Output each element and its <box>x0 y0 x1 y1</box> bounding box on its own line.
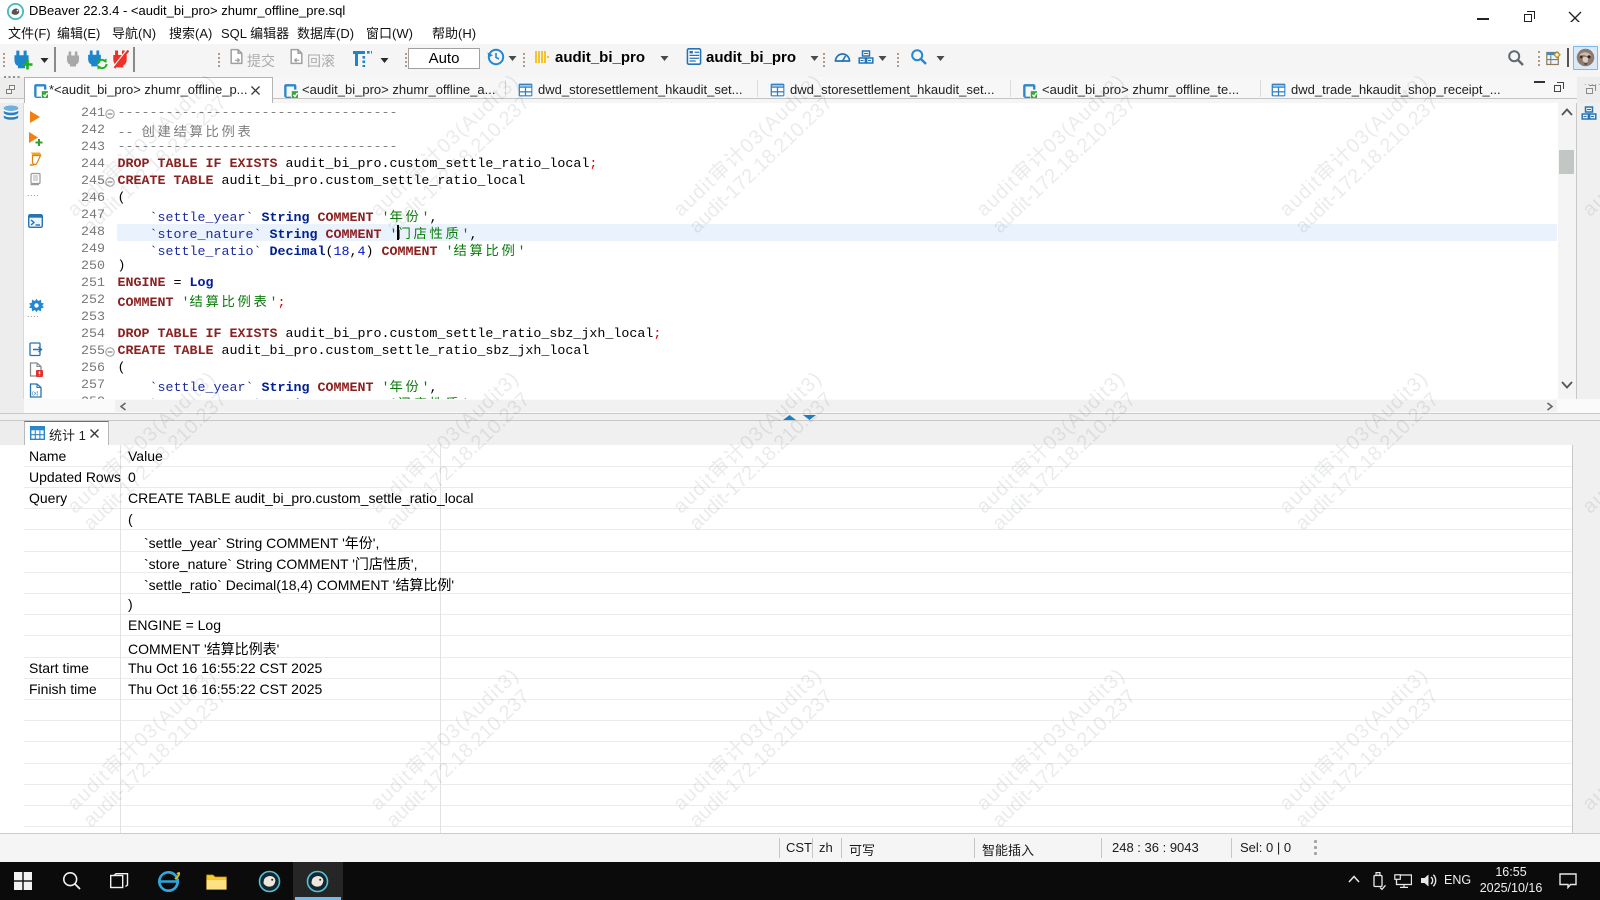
svg-text:(x): (x) <box>32 391 39 397</box>
